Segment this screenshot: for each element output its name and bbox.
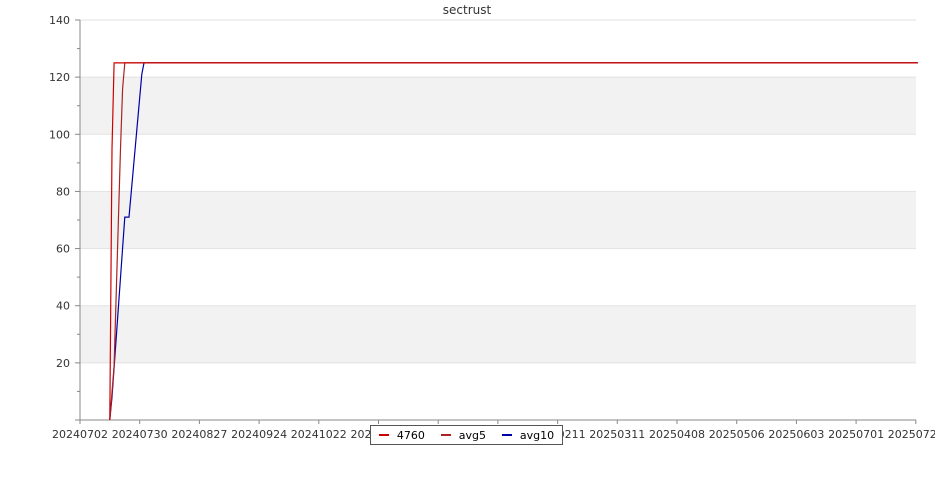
y-tick-label: 120 xyxy=(49,71,70,84)
x-tick-label: 20240730 xyxy=(112,428,168,441)
x-tick-label: 20240827 xyxy=(171,428,227,441)
legend-item-avg5: avg5 xyxy=(440,428,486,442)
legend-swatch-avg10 xyxy=(501,434,512,436)
band xyxy=(80,305,916,363)
legend: 4760 avg5 avg10 xyxy=(370,425,563,445)
y-tick-label: 60 xyxy=(56,243,70,256)
y-tick-label: 20 xyxy=(56,357,70,370)
y-tick-label: 100 xyxy=(49,128,70,141)
x-tick-label: 20240702 xyxy=(52,428,108,441)
y-tick-label: 140 xyxy=(49,14,70,27)
legend-label-avg5: avg5 xyxy=(458,428,486,442)
legend-swatch-4760 xyxy=(378,434,389,436)
y-tick-labels: 20 40 60 80 100 120 140 xyxy=(49,14,70,370)
x-tick-label: 20241022 xyxy=(291,428,347,441)
background-bands xyxy=(80,77,916,363)
x-tick-label: 20250506 xyxy=(709,428,765,441)
x-tick-label: 20250311 xyxy=(589,428,645,441)
chart-title: sectrust xyxy=(443,3,492,17)
band xyxy=(80,77,916,135)
legend-label-4760: 4760 xyxy=(396,428,425,442)
y-tick-label: 40 xyxy=(56,300,70,313)
x-tick-label: 20250603 xyxy=(768,428,824,441)
x-tick-label: 20250701 xyxy=(828,428,884,441)
band xyxy=(80,191,916,249)
legend-swatch-avg5 xyxy=(440,434,451,436)
legend-item-avg10: avg10 xyxy=(501,428,555,442)
x-tick-label: 20250729 xyxy=(888,428,935,441)
x-tick-label: 20240924 xyxy=(231,428,287,441)
legend-label-avg10: avg10 xyxy=(519,428,555,442)
x-tick-label: 20250408 xyxy=(649,428,705,441)
legend-item-4760: 4760 xyxy=(378,428,425,442)
y-tick-label: 80 xyxy=(56,185,70,198)
